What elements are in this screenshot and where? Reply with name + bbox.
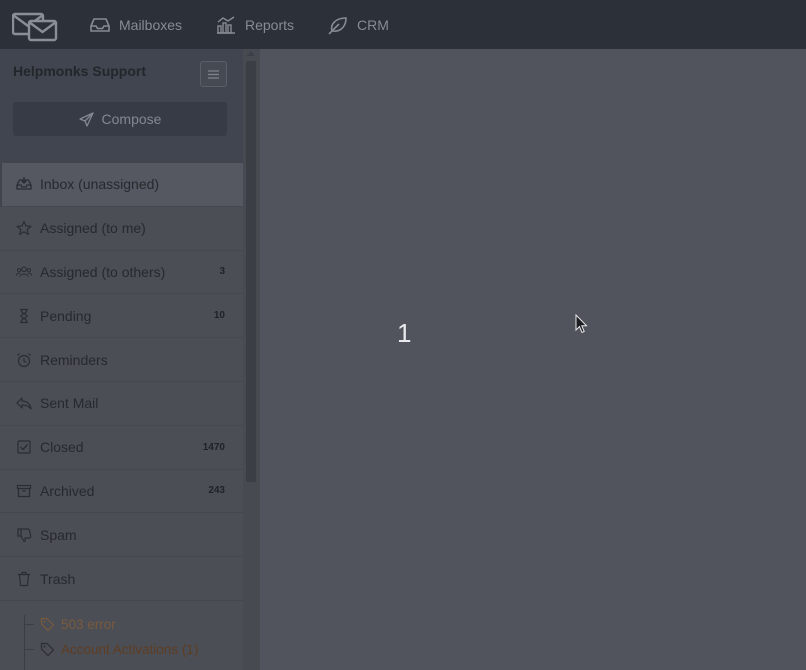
tag-label: 503 error xyxy=(61,617,116,632)
folder-archived[interactable]: Archived 243 xyxy=(0,470,243,514)
folder-label: Assigned (to me) xyxy=(40,220,146,237)
folder-label: Reminders xyxy=(40,351,108,368)
nav-reports[interactable]: Reports xyxy=(215,0,294,49)
thumbs-down-icon xyxy=(17,528,32,542)
folder-count: 243 xyxy=(208,485,225,497)
nav-crm[interactable]: CRM xyxy=(327,0,389,49)
folder-count: 10 xyxy=(213,310,225,322)
trash-icon xyxy=(18,571,30,586)
folder-label: Pending xyxy=(40,307,92,324)
helpmonks-logo-icon[interactable] xyxy=(12,6,58,42)
inbox-tray-icon xyxy=(16,177,32,191)
nav-crm-label: CRM xyxy=(357,16,389,33)
sidebar-header: Helpmonks Support Compose xyxy=(0,49,243,163)
nav-mailboxes-label: Mailboxes xyxy=(119,16,183,33)
folder-count: 3 xyxy=(219,266,225,278)
folder-pending[interactable]: Pending 10 xyxy=(0,294,243,339)
archive-icon xyxy=(16,484,32,498)
tag-tree: 503 error Account Activations (1) xyxy=(0,601,243,670)
tag-icon xyxy=(40,642,55,657)
inbox-icon xyxy=(90,17,110,32)
folder-label: Trash xyxy=(40,570,76,587)
folder-label: Closed xyxy=(40,439,84,456)
mailbox-title: Helpmonks Support xyxy=(13,63,147,79)
folder-inbox-unassigned[interactable]: Inbox (unassigned) xyxy=(0,163,243,207)
top-navigation-bar: Mailboxes Reports CRM xyxy=(0,0,806,49)
folder-sent-mail[interactable]: Sent Mail xyxy=(0,382,243,426)
tag-label: Account Activations (1) xyxy=(61,642,199,657)
folder-list: Inbox (unassigned) Assigned (to me) Assi… xyxy=(0,163,243,601)
compose-label: Compose xyxy=(101,111,162,127)
folder-label: Archived xyxy=(40,482,95,499)
folder-trash[interactable]: Trash xyxy=(0,557,243,601)
main-content xyxy=(260,49,806,670)
hamburger-icon xyxy=(208,69,219,79)
sidebar: Helpmonks Support Compose Inbox (unassig… xyxy=(0,49,243,670)
check-square-icon xyxy=(17,440,31,454)
paper-plane-icon xyxy=(78,111,94,127)
overlay-number: 1 xyxy=(397,318,412,348)
folder-assigned-to-others[interactable]: Assigned (to others) 3 xyxy=(0,251,243,295)
nav-reports-label: Reports xyxy=(245,16,295,33)
tag-icon xyxy=(40,617,55,632)
tag-503-error[interactable]: 503 error xyxy=(24,617,116,632)
folder-reminders[interactable]: Reminders xyxy=(0,338,243,382)
users-icon xyxy=(16,266,32,277)
nav-mailboxes[interactable]: Mailboxes xyxy=(89,0,182,49)
sidebar-menu-button[interactable] xyxy=(200,61,227,87)
chart-icon xyxy=(217,15,235,34)
mouse-cursor-icon xyxy=(575,314,588,334)
folder-label: Inbox (unassigned) xyxy=(40,176,160,193)
sidebar-scrollbar[interactable] xyxy=(243,49,260,670)
scroll-thumb[interactable] xyxy=(246,61,256,482)
folder-label: Sent Mail xyxy=(40,395,99,412)
scroll-up-arrow-icon[interactable] xyxy=(247,51,255,56)
alarm-clock-icon xyxy=(17,352,31,367)
hourglass-icon xyxy=(20,308,28,323)
folder-label: Assigned (to others) xyxy=(40,263,166,280)
folder-spam[interactable]: Spam xyxy=(0,513,243,558)
folder-label: Spam xyxy=(40,526,77,543)
folder-assigned-to-me[interactable]: Assigned (to me) xyxy=(0,207,243,251)
leaf-icon xyxy=(328,16,347,35)
folder-count: 1470 xyxy=(202,441,225,453)
tag-account-activations[interactable]: Account Activations (1) xyxy=(24,642,198,657)
compose-button[interactable]: Compose xyxy=(13,102,227,136)
reply-icon xyxy=(16,397,32,410)
folder-closed[interactable]: Closed 1470 xyxy=(0,426,243,470)
star-icon xyxy=(16,221,32,236)
